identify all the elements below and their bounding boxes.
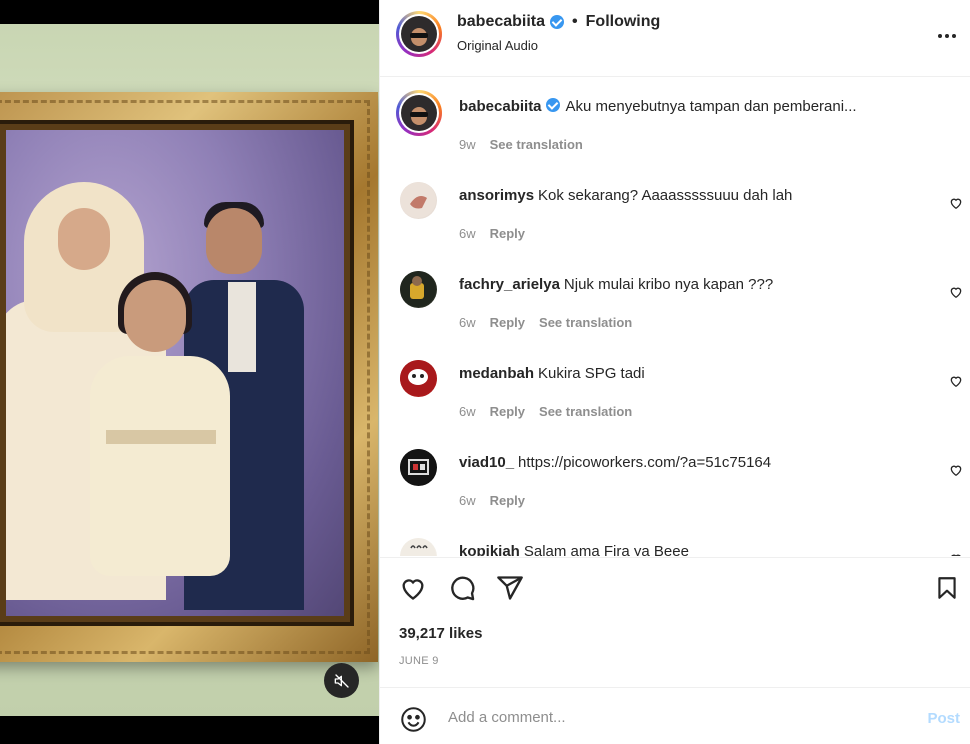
see-translation-link[interactable]: See translation <box>490 137 583 152</box>
comment-item: ansorimys Kok sekarang? Aaaasssssuuu dah … <box>380 182 970 262</box>
heart-icon[interactable] <box>399 574 427 602</box>
caption-avatar[interactable] <box>396 90 442 136</box>
comment-item: medanbah Kukira SPG tadi 6w Reply See tra… <box>380 360 970 440</box>
reply-button[interactable]: Reply <box>490 404 525 419</box>
comment-item: kopikiah Salam ama Fira ya Beee <box>380 538 970 556</box>
author-avatar[interactable] <box>396 11 442 57</box>
following-button[interactable]: Following <box>586 13 661 31</box>
comment-time: 6w <box>459 404 476 419</box>
likes-count[interactable]: 39,217 likes <box>399 625 482 642</box>
commenter-username[interactable]: viad10_ <box>459 454 514 471</box>
comment-like-heart-icon[interactable] <box>949 552 963 556</box>
post-caption: babecabiita Aku menyebutnya tampan dan pe… <box>380 90 970 170</box>
commenter-avatar[interactable] <box>400 360 437 397</box>
comment-item: fachry_arielya Njuk mulai kribo nya kapan… <box>380 271 970 351</box>
comment-link[interactable]: https://picoworkers.com/?a=51c75164 <box>518 454 771 471</box>
commenter-username[interactable]: medanbah <box>459 365 534 382</box>
commenter-username[interactable]: fachry_arielya <box>459 276 560 293</box>
author-username[interactable]: babecabiita <box>457 13 545 31</box>
caption-username[interactable]: babecabiita <box>459 98 542 115</box>
post-comment-button[interactable]: Post <box>927 710 960 727</box>
commenter-avatar[interactable] <box>400 538 437 556</box>
reply-button[interactable]: Reply <box>490 315 525 330</box>
verified-badge-icon <box>545 98 560 112</box>
comment-bubble-icon[interactable] <box>448 574 476 602</box>
verified-badge-icon <box>550 15 565 29</box>
comment-time: 6w <box>459 315 476 330</box>
comment-item: viad10_ https://picoworkers.com/?a=51c751… <box>380 449 970 529</box>
post-date: JUNE 9 <box>399 655 439 667</box>
family-photo <box>6 130 344 616</box>
see-translation-link[interactable]: See translation <box>539 315 632 330</box>
comment-like-heart-icon[interactable] <box>949 463 963 477</box>
post-actions: 39,217 likes JUNE 9 <box>380 557 970 687</box>
comment-like-heart-icon[interactable] <box>949 285 963 299</box>
commenter-avatar[interactable] <box>400 271 437 308</box>
audio-label[interactable]: Original Audio <box>457 38 538 53</box>
comment-like-heart-icon[interactable] <box>949 374 963 388</box>
comment-text: Kok sekarang? Aaaasssssuuu dah lah <box>538 187 793 204</box>
post-header: babecabiita • Following Original Audio <box>380 0 970 77</box>
caption-time: 9w <box>459 137 476 152</box>
more-dots-icon <box>938 34 956 38</box>
add-comment-bar: Post <box>380 687 970 744</box>
see-translation-link[interactable]: See translation <box>539 404 632 419</box>
commenter-username[interactable]: kopikiah <box>459 543 520 556</box>
mute-button[interactable] <box>324 663 359 698</box>
bookmark-icon[interactable] <box>934 574 960 602</box>
comment-text: Njuk mulai kribo nya kapan ??? <box>563 276 774 293</box>
paper-plane-icon[interactable] <box>496 574 524 602</box>
comment-text: Salam ama Fira ya Beee <box>523 543 689 556</box>
comment-text: Kukira SPG tadi <box>538 365 645 382</box>
comment-time: 6w <box>459 493 476 508</box>
picture-frame <box>0 92 378 662</box>
smiley-icon[interactable] <box>400 706 427 733</box>
commenter-username[interactable]: ansorimys <box>459 187 534 204</box>
reply-button[interactable]: Reply <box>490 226 525 241</box>
comments-list[interactable]: babecabiita Aku menyebutnya tampan dan pe… <box>380 78 970 556</box>
more-options-button[interactable] <box>937 22 957 45</box>
comment-time: 6w <box>459 226 476 241</box>
speaker-muted-icon <box>334 673 349 688</box>
comment-input[interactable] <box>446 704 890 730</box>
comment-like-heart-icon[interactable] <box>949 196 963 210</box>
commenter-avatar[interactable] <box>400 182 437 219</box>
separator-dot: • <box>572 13 578 30</box>
post-side-panel: babecabiita • Following Original Audio b… <box>379 0 970 744</box>
caption-text: Aku menyebutnya tampan dan pemberani... <box>565 98 857 115</box>
post-media[interactable] <box>0 0 379 744</box>
reply-button[interactable]: Reply <box>490 493 525 508</box>
commenter-avatar[interactable] <box>400 449 437 486</box>
